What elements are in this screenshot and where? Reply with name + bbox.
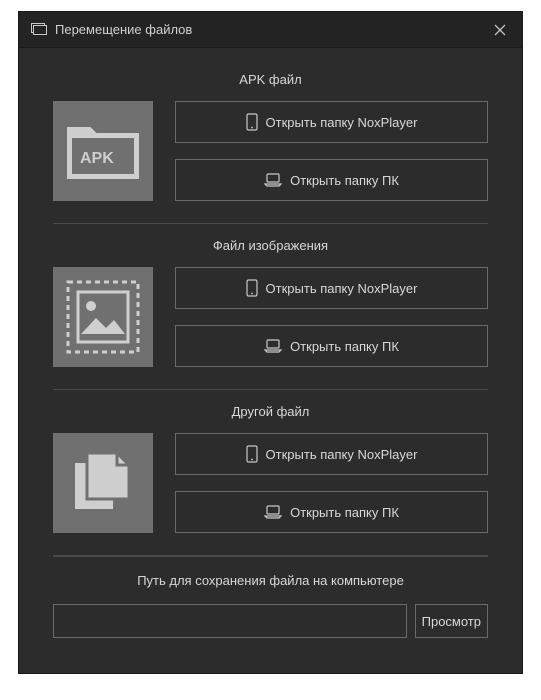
section-other: Другой файл Открыть папку NoxPlayer bbox=[53, 390, 488, 556]
section-image: Файл изображения Открыть папку NoxPlayer bbox=[53, 224, 488, 390]
apk-folder-icon: APK bbox=[53, 101, 153, 201]
phone-icon bbox=[246, 279, 258, 297]
button-label: Открыть папку NoxPlayer bbox=[266, 447, 418, 462]
titlebar: Перемещение файлов bbox=[19, 12, 522, 48]
section-apk-title: APK файл bbox=[53, 72, 488, 87]
image-stamp-icon bbox=[53, 267, 153, 367]
save-path-section: Путь для сохранения файла на компьютере … bbox=[53, 556, 488, 638]
dialog-content: APK файл APK Открыть папку NoxPlayer bbox=[19, 48, 522, 673]
button-label: Открыть папку ПК bbox=[290, 505, 399, 520]
apk-icon-text: APK bbox=[80, 150, 114, 167]
save-path-label: Путь для сохранения файла на компьютере bbox=[53, 573, 488, 588]
file-transfer-icon bbox=[31, 23, 47, 37]
other-open-pc-button[interactable]: Открыть папку ПК bbox=[175, 491, 488, 533]
other-files-icon bbox=[53, 433, 153, 533]
button-label: Открыть папку ПК bbox=[290, 339, 399, 354]
apk-open-nox-button[interactable]: Открыть папку NoxPlayer bbox=[175, 101, 488, 143]
section-apk: APK файл APK Открыть папку NoxPlayer bbox=[53, 58, 488, 224]
window-title: Перемещение файлов bbox=[55, 22, 486, 37]
laptop-icon bbox=[264, 173, 282, 187]
section-image-title: Файл изображения bbox=[53, 238, 488, 253]
close-button[interactable] bbox=[486, 16, 514, 44]
phone-icon bbox=[246, 113, 258, 131]
button-label: Открыть папку ПК bbox=[290, 173, 399, 188]
button-label: Открыть папку NoxPlayer bbox=[266, 115, 418, 130]
image-open-pc-button[interactable]: Открыть папку ПК bbox=[175, 325, 488, 367]
laptop-icon bbox=[264, 505, 282, 519]
section-other-title: Другой файл bbox=[53, 404, 488, 419]
button-label: Просмотр bbox=[422, 614, 481, 629]
dialog-window: Перемещение файлов APK файл APK bbox=[18, 11, 523, 674]
other-open-nox-button[interactable]: Открыть папку NoxPlayer bbox=[175, 433, 488, 475]
apk-open-pc-button[interactable]: Открыть папку ПК bbox=[175, 159, 488, 201]
save-path-input[interactable] bbox=[53, 604, 407, 638]
phone-icon bbox=[246, 445, 258, 463]
image-open-nox-button[interactable]: Открыть папку NoxPlayer bbox=[175, 267, 488, 309]
laptop-icon bbox=[264, 339, 282, 353]
close-icon bbox=[494, 24, 506, 36]
browse-button[interactable]: Просмотр bbox=[415, 604, 488, 638]
button-label: Открыть папку NoxPlayer bbox=[266, 281, 418, 296]
